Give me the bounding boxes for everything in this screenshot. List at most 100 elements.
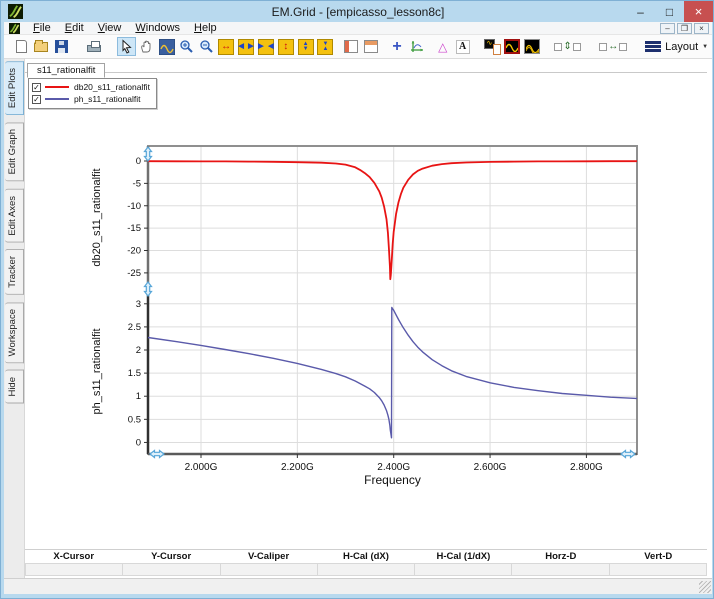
legend-item: ✓ ph_s11_rationalfit <box>32 93 150 105</box>
resize-grip[interactable] <box>699 581 711 593</box>
cursor-table-headers: X-Cursor Y-Cursor V-Caliper H-Cal (dX) H… <box>25 550 707 563</box>
toolbar: ↔ ◄► ►◄ ↕ ▲ ▼ ▼ ▲ + △ A ∿ ⇕ ↔ Layout ▼ <box>4 35 712 59</box>
sidebar-tab-edit-plots[interactable]: Edit Plots <box>4 61 24 116</box>
plot-dark-icon[interactable] <box>503 37 522 56</box>
h-fit-icon[interactable]: ◄► <box>236 37 256 56</box>
value-cell <box>25 563 124 576</box>
h-shrink-icon[interactable]: ►◄ <box>256 37 276 56</box>
header-vert-d: Vert-D <box>644 551 673 562</box>
cursor-table-values <box>25 563 707 576</box>
app-window: EM.Grid - [empicasso_lesson8c] – □ × Fil… <box>0 0 714 599</box>
svg-text:2.600G: 2.600G <box>474 462 507 473</box>
sidebar: Edit Plots Edit Graph Edit Axes Tracker … <box>4 59 25 578</box>
value-cell <box>609 563 707 576</box>
sidebar-tab-workspace[interactable]: Workspace <box>4 302 24 364</box>
svg-text:db20_s11_rationalfit: db20_s11_rationalfit <box>91 168 103 266</box>
menu-help[interactable]: Help <box>187 22 224 34</box>
v-shrink-icon[interactable]: ▼ ▲ <box>316 37 335 56</box>
text-tool-icon[interactable]: A <box>453 37 472 56</box>
svg-text:2.800G: 2.800G <box>570 462 603 473</box>
h-expand-icon[interactable]: ↔ <box>217 37 236 56</box>
pan-tool-icon[interactable] <box>137 37 156 56</box>
top-panel-icon[interactable] <box>362 37 381 56</box>
pointer-tool-icon[interactable] <box>117 37 137 56</box>
plot-canvas[interactable]: 0 -5 -10 -15 -20 -25 3 2.5 2 1.5 1 0.5 0 2.000G 2.200G… <box>25 59 707 564</box>
menu-file[interactable]: File <box>26 22 58 34</box>
legend-checkbox[interactable]: ✓ <box>32 94 41 104</box>
open-file-icon[interactable] <box>32 37 51 56</box>
value-cell <box>220 563 318 576</box>
h-autoscale-icon[interactable]: ↔ <box>596 37 630 56</box>
window-title: EM.Grid - [empicasso_lesson8c] <box>271 4 445 19</box>
menubar: File Edit View Windows Help – ❐ × <box>4 22 712 35</box>
header-y-cursor: Y-Cursor <box>151 551 192 562</box>
svg-text:2: 2 <box>136 345 141 356</box>
sidebar-tab-tracker[interactable]: Tracker <box>4 249 24 296</box>
legend-item: ✓ db20_s11_rationalfit <box>32 81 150 93</box>
svg-text:-10: -10 <box>127 201 141 212</box>
value-cell <box>512 563 610 576</box>
v-expand-icon[interactable]: ↕ <box>276 37 295 56</box>
chevron-down-icon: ▼ <box>702 43 709 50</box>
svg-text:ph_s11_rationalfit: ph_s11_rationalfit <box>91 328 103 414</box>
svg-text:0: 0 <box>136 437 141 448</box>
header-horz-d: Horz-D <box>545 551 577 562</box>
plot-legend: ✓ db20_s11_rationalfit ✓ ph_s11_rational… <box>28 78 157 109</box>
menu-windows[interactable]: Windows <box>128 22 187 34</box>
value-cell <box>415 563 513 576</box>
zoom-in-icon[interactable] <box>177 37 196 56</box>
left-panel-icon[interactable] <box>342 37 361 56</box>
value-cell <box>317 563 416 576</box>
legend-checkbox[interactable]: ✓ <box>32 82 41 92</box>
plot-multi-icon[interactable] <box>523 37 542 56</box>
main-area: Edit Plots Edit Graph Edit Axes Tracker … <box>4 59 712 578</box>
layout-dropdown[interactable]: Layout ▼ <box>641 39 712 55</box>
value-cell <box>123 563 221 576</box>
document-tab[interactable]: s11_rationalfit <box>27 63 106 78</box>
new-file-icon[interactable] <box>12 37 31 56</box>
plot-document: s11_rationalfit 0 -5 -10 -15 -20 -25 3 2.5 2 1.5 1… <box>25 59 707 578</box>
header-x-cursor: X-Cursor <box>53 551 95 562</box>
zoom-out-icon[interactable] <box>197 37 216 56</box>
svg-text:-25: -25 <box>127 268 141 279</box>
zoom-box-icon[interactable] <box>157 37 176 56</box>
v-fit-icon[interactable]: ▲ ▼ <box>296 37 315 56</box>
sidebar-tab-hide[interactable]: Hide <box>4 370 24 404</box>
svg-text:2.5: 2.5 <box>128 322 141 333</box>
sidebar-tab-edit-graph[interactable]: Edit Graph <box>4 122 24 182</box>
header-h-cal-1dx: H-Cal (1/dX) <box>436 551 491 562</box>
menu-view[interactable]: View <box>91 22 129 34</box>
print-icon[interactable] <box>85 37 104 56</box>
save-icon[interactable] <box>52 37 71 56</box>
statusbar <box>4 578 712 594</box>
header-v-caliper: V-Caliper <box>247 551 290 562</box>
mdi-close-button[interactable]: × <box>694 23 709 34</box>
legend-line-sample <box>45 86 69 88</box>
svg-text:2.400G: 2.400G <box>377 462 410 473</box>
svg-text:3: 3 <box>136 299 141 310</box>
legend-label: db20_s11_rationalfit <box>74 82 150 92</box>
maximize-button[interactable]: □ <box>655 1 684 22</box>
svg-text:0.5: 0.5 <box>128 414 141 425</box>
minimize-button[interactable]: – <box>626 1 655 22</box>
legend-label: ph_s11_rationalfit <box>74 94 141 104</box>
svg-text:-5: -5 <box>133 178 141 189</box>
svg-text:2.000G: 2.000G <box>185 462 218 473</box>
svg-text:-20: -20 <box>127 246 141 257</box>
triangle-marker-icon[interactable]: △ <box>433 37 452 56</box>
copy-plot-icon[interactable]: ∿ <box>483 37 502 56</box>
document-tabstrip: s11_rationalfit <box>25 59 707 78</box>
app-logo-icon-small <box>9 22 20 34</box>
menu-edit[interactable]: Edit <box>58 22 91 34</box>
mdi-minimize-button[interactable]: – <box>660 23 675 34</box>
close-button[interactable]: × <box>684 1 713 22</box>
crosshair-icon[interactable]: + <box>388 37 407 56</box>
layout-icon <box>645 41 662 52</box>
v-autoscale-icon[interactable]: ⇕ <box>553 37 583 56</box>
legend-line-sample <box>45 98 69 100</box>
svg-text:Frequency: Frequency <box>364 473 421 487</box>
svg-text:1: 1 <box>136 391 141 402</box>
mdi-restore-button[interactable]: ❐ <box>677 23 692 34</box>
sidebar-tab-edit-axes[interactable]: Edit Axes <box>4 188 24 243</box>
axes-icon[interactable] <box>407 37 426 56</box>
